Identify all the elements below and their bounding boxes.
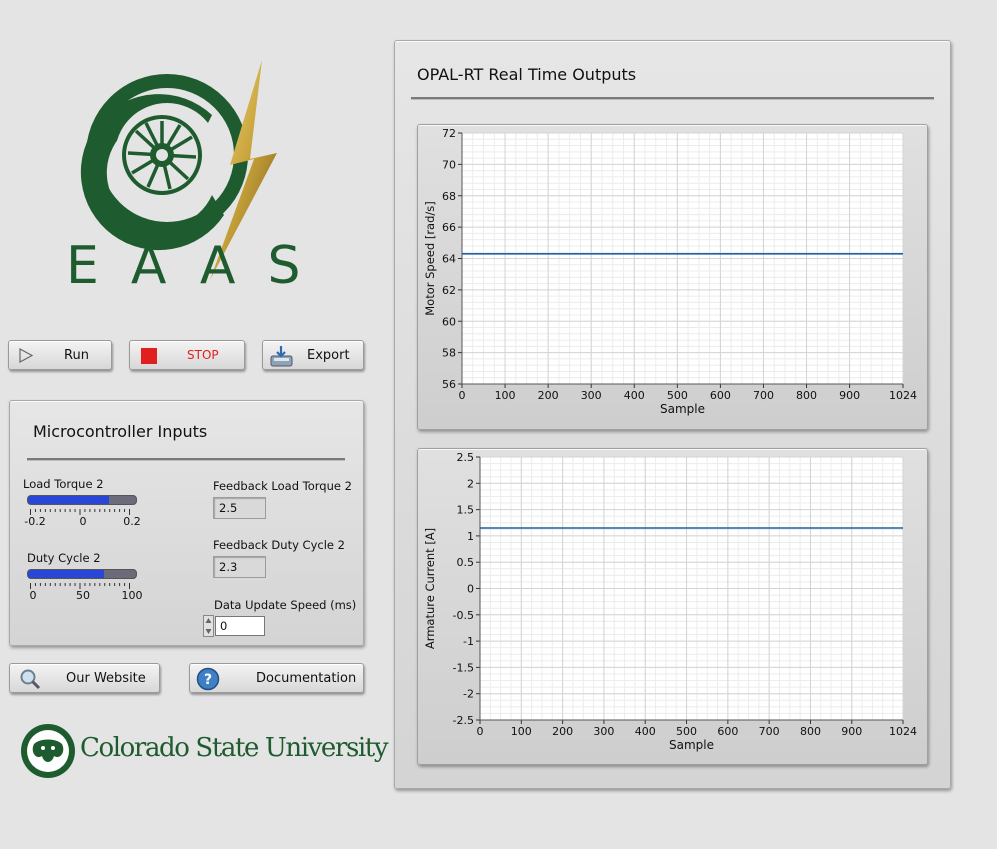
- y-tick-label: 1.5: [457, 504, 475, 517]
- documentation-button[interactable]: ? Documentation: [189, 663, 364, 693]
- load-torque-slider[interactable]: [27, 495, 137, 505]
- x-tick-label: 400: [624, 389, 645, 402]
- x-tick-label: 900: [841, 725, 862, 738]
- x-tick-label: 100: [495, 389, 516, 402]
- x-tick-label: 500: [676, 725, 697, 738]
- duty-cycle-tick: 100: [121, 589, 143, 602]
- duty-cycle-tick: 0: [29, 589, 37, 602]
- y-axis-label: Armature Current [A]: [423, 528, 437, 649]
- x-tick-label: 1024: [889, 725, 917, 738]
- x-axis-label: Sample: [669, 738, 714, 752]
- increment-decrement-spinner[interactable]: [203, 615, 214, 637]
- y-tick-label: -0.5: [453, 609, 474, 622]
- x-tick-label: 200: [538, 389, 559, 402]
- y-tick-label: 64: [442, 253, 456, 266]
- duty-cycle-label: Duty Cycle 2: [27, 551, 101, 565]
- title-divider: [411, 97, 934, 100]
- load-torque-tick: -0.2: [24, 515, 46, 528]
- x-tick-label: 800: [800, 725, 821, 738]
- data-update-speed-label: Data Update Speed (ms): [214, 598, 357, 612]
- x-tick-label: 400: [635, 725, 656, 738]
- duty-cycle-tick: 50: [76, 589, 90, 602]
- university-name: Colorado State University: [80, 733, 389, 763]
- duty-cycle-slider[interactable]: [27, 569, 137, 579]
- y-tick-label: 66: [442, 221, 456, 234]
- armature-current-chart: 0 100 200 300 400 500 600 700 800 900 1024 -2.5 -2 -1…: [417, 448, 928, 765]
- load-torque-tick: 0.2: [123, 515, 141, 528]
- export-icon: [270, 346, 293, 367]
- x-tick-label: 800: [796, 389, 817, 402]
- armature-current-plot: 0 100 200 300 400 500 600 700 800 900 1024 -2.5 -2 -1…: [423, 451, 917, 752]
- x-tick-label: 300: [593, 725, 614, 738]
- x-tick-label: 500: [667, 389, 688, 402]
- y-tick-label: 60: [442, 315, 456, 328]
- x-tick-label: 100: [511, 725, 532, 738]
- our-website-label: Our Website: [66, 670, 146, 686]
- load-torque-label: Load Torque 2: [23, 477, 104, 491]
- y-tick-label: 62: [442, 284, 456, 297]
- microcontroller-inputs-panel: Microcontroller Inputs Load Torque 2 -0.…: [9, 400, 364, 646]
- stop-label: STOP: [187, 348, 219, 362]
- y-tick-label: 68: [442, 190, 456, 203]
- x-tick-label: 200: [552, 725, 573, 738]
- svg-text:?: ?: [204, 672, 212, 688]
- y-tick-label: -2: [463, 688, 474, 701]
- y-tick-label: -1: [463, 635, 474, 648]
- run-button[interactable]: Run: [8, 340, 112, 370]
- y-tick-label: 2.5: [457, 451, 475, 464]
- export-button[interactable]: Export: [262, 340, 364, 370]
- export-label: Export: [307, 347, 350, 363]
- y-tick-label: 0: [467, 583, 474, 596]
- y-tick-label: 56: [442, 378, 456, 391]
- eaas-wordmark: EAAS: [66, 236, 333, 296]
- y-tick-label: 1: [467, 530, 474, 543]
- stop-icon: [141, 348, 157, 364]
- y-tick-label: -1.5: [453, 661, 474, 674]
- documentation-label: Documentation: [256, 670, 357, 686]
- y-tick-label: 2: [467, 477, 474, 490]
- feedback-duty-cycle-label: Feedback Duty Cycle 2: [213, 538, 345, 552]
- x-tick-label: 900: [839, 389, 860, 402]
- x-tick-label: 600: [717, 725, 738, 738]
- x-tick-label: 300: [581, 389, 602, 402]
- x-tick-label: 1024: [889, 389, 917, 402]
- x-tick-label: 700: [759, 725, 780, 738]
- panel-title: OPAL-RT Real Time Outputs: [417, 65, 637, 84]
- x-tick-label: 700: [753, 389, 774, 402]
- motor-speed-chart: 0 100 200 300 400 500 600 700 800 900 1024 56 58 60 62…: [417, 124, 928, 430]
- load-torque-tick: 0: [79, 515, 87, 528]
- y-tick-label: 70: [442, 158, 456, 171]
- magnifier-icon: [20, 669, 41, 690]
- y-tick-label: -2.5: [453, 714, 474, 727]
- x-tick-label: 0: [477, 725, 484, 738]
- data-update-speed-input[interactable]: 0: [215, 616, 265, 636]
- title-divider: [27, 458, 345, 461]
- feedback-duty-cycle-indicator: 2.3: [213, 556, 266, 578]
- y-tick-label: 58: [442, 347, 456, 360]
- csu-ram-logo: [21, 724, 75, 778]
- help-icon: ?: [196, 667, 220, 691]
- feedback-load-torque-indicator: 2.5: [213, 497, 266, 519]
- stop-button[interactable]: STOP: [129, 340, 245, 370]
- y-tick-label: 72: [442, 127, 456, 140]
- feedback-load-torque-label: Feedback Load Torque 2: [213, 479, 352, 493]
- duty-cycle-fill: [28, 570, 104, 578]
- panel-title: Microcontroller Inputs: [33, 422, 208, 441]
- x-axis-label: Sample: [660, 402, 705, 416]
- y-axis-label: Motor Speed [rad/s]: [423, 201, 437, 316]
- x-tick-label: 0: [459, 389, 466, 402]
- run-label: Run: [64, 347, 89, 363]
- motor-speed-plot: 0 100 200 300 400 500 600 700 800 900 1024 56 58 60 62…: [423, 127, 917, 416]
- play-icon: [19, 348, 33, 363]
- y-tick-label: 0.5: [457, 556, 475, 569]
- x-tick-label: 600: [710, 389, 731, 402]
- load-torque-fill: [28, 496, 109, 504]
- our-website-button[interactable]: Our Website: [9, 663, 160, 693]
